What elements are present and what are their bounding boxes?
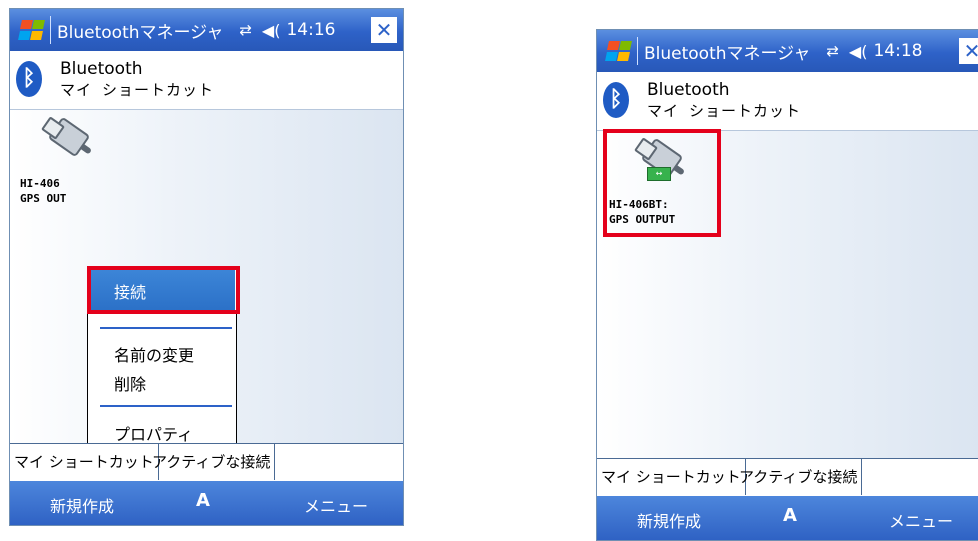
softkey-new[interactable]: 新規作成 bbox=[50, 493, 114, 517]
header-title: Bluetooth bbox=[647, 80, 730, 100]
app-header: ᛒ Bluetooth マイ ショートカット bbox=[597, 72, 978, 131]
header-subtitle: マイ ショートカット bbox=[647, 102, 802, 120]
pocketpc-screen-before: Bluetoothマネージャ ⇄ ◀( 14:16 ✕ ᛒ Bluetooth … bbox=[9, 8, 404, 526]
serial-port-device-icon[interactable] bbox=[38, 116, 94, 164]
connectivity-icon[interactable]: ⇄ bbox=[239, 21, 252, 39]
soft-key-bar: 新規作成 A メニュー bbox=[10, 481, 403, 525]
tab-my-shortcuts[interactable]: マイ ショートカット bbox=[10, 444, 159, 480]
title-bar: Bluetoothマネージャ ⇄ ◀( 14:18 ✕ bbox=[597, 30, 978, 72]
title-bar: Bluetoothマネージャ ⇄ ◀( 14:16 ✕ bbox=[10, 9, 403, 51]
input-method-icon[interactable]: A bbox=[196, 490, 210, 511]
menu-item-properties[interactable]: プロパティ bbox=[114, 421, 193, 445]
clock[interactable]: 14:16 bbox=[286, 20, 335, 40]
title-separator bbox=[50, 16, 51, 44]
volume-icon[interactable]: ◀( bbox=[262, 21, 281, 40]
highlight-box bbox=[87, 266, 240, 314]
header-title: Bluetooth bbox=[60, 59, 143, 79]
shortcut-area: ↔ HI-406BT: GPS OUTPUT bbox=[597, 129, 978, 458]
pocketpc-screen-after: Bluetoothマネージャ ⇄ ◀( 14:18 ✕ ᛒ Bluetooth … bbox=[596, 29, 978, 541]
volume-icon[interactable]: ◀( bbox=[849, 42, 868, 61]
app-title: Bluetoothマネージャ bbox=[644, 43, 811, 64]
softkey-menu[interactable]: メニュー bbox=[304, 493, 368, 517]
softkey-menu[interactable]: メニュー bbox=[889, 508, 953, 532]
start-menu-icon[interactable] bbox=[18, 18, 46, 42]
title-separator bbox=[637, 37, 638, 65]
app-title: Bluetoothマネージャ bbox=[57, 22, 224, 43]
clock[interactable]: 14:18 bbox=[873, 41, 922, 61]
highlight-box bbox=[603, 129, 721, 237]
tab-active-connections[interactable]: アクティブな接続 bbox=[735, 459, 863, 495]
menu-separator bbox=[100, 327, 232, 329]
header-subtitle: マイ ショートカット bbox=[60, 81, 215, 99]
connectivity-icon[interactable]: ⇄ bbox=[826, 42, 839, 60]
close-icon[interactable]: ✕ bbox=[959, 38, 978, 64]
device-label[interactable]: HI-406 GPS OUT bbox=[20, 176, 66, 206]
bluetooth-icon: ᛒ bbox=[16, 61, 42, 97]
input-method-icon[interactable]: A bbox=[783, 505, 797, 526]
close-icon[interactable]: ✕ bbox=[371, 17, 397, 43]
bluetooth-icon: ᛒ bbox=[603, 82, 629, 118]
soft-key-bar: 新規作成 A メニュー bbox=[597, 496, 978, 540]
app-header: ᛒ Bluetooth マイ ショートカット bbox=[10, 51, 403, 110]
softkey-new[interactable]: 新規作成 bbox=[637, 508, 701, 532]
start-menu-icon[interactable] bbox=[605, 39, 633, 63]
tab-active-connections[interactable]: アクティブな接続 bbox=[148, 444, 276, 480]
menu-item-delete[interactable]: 削除 bbox=[114, 371, 146, 395]
menu-separator bbox=[100, 405, 232, 407]
menu-item-rename[interactable]: 名前の変更 bbox=[114, 342, 194, 366]
tab-my-shortcuts[interactable]: マイ ショートカット bbox=[597, 459, 746, 495]
tab-bar: マイ ショートカット アクティブな接続 bbox=[10, 443, 403, 482]
tab-bar: マイ ショートカット アクティブな接続 bbox=[597, 458, 978, 497]
